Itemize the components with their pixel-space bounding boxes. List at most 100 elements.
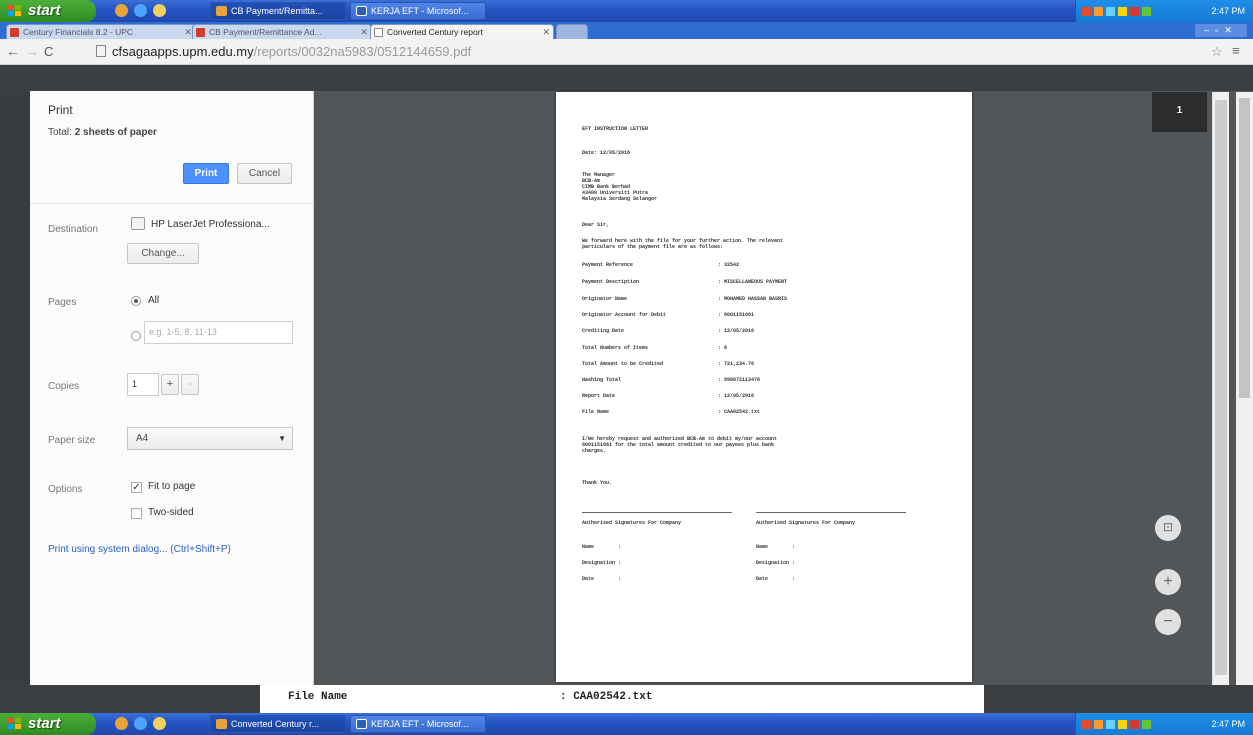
signature-line [756, 512, 906, 513]
tab-cb-payment[interactable]: CB Payment/Remittance Ad... ✕ [192, 24, 372, 39]
bottom-taskbar: start Converted Century r... KERJA EFT -… [0, 713, 1253, 735]
doc-field-value: : MOHAMED HASSAN BASRIS [718, 296, 788, 302]
divider [30, 203, 313, 204]
folder-icon[interactable] [153, 717, 166, 730]
printer-icon [131, 217, 145, 230]
browser-icon[interactable] [115, 4, 128, 17]
word-icon [356, 6, 367, 16]
start-button[interactable]: start [0, 0, 96, 22]
total-prefix: Total: [48, 127, 75, 138]
tab-century-financials[interactable]: Century Financials 8.2 - UPC ✕ [6, 24, 196, 39]
taskbar-button-converted-century[interactable]: Converted Century r... [210, 715, 346, 733]
doc-field-label: File Name [582, 409, 610, 415]
doc-sig-row: Name : [756, 544, 796, 550]
copies-input[interactable]: 1 [127, 373, 159, 396]
doc-field-label: Payment Description [582, 279, 640, 285]
reload-icon[interactable]: C [44, 44, 53, 59]
fit-to-page-checkbox[interactable]: ✓ [131, 482, 142, 493]
browser-icon[interactable] [115, 717, 128, 730]
print-button[interactable]: Print [183, 163, 229, 184]
total-value: 2 sheets of paper [74, 127, 157, 138]
page-scrollbar[interactable] [1236, 92, 1253, 685]
doc-address-line: Malaysia Serdang Selangor [582, 196, 658, 202]
doc-field-value: : 998072113478 [718, 377, 761, 383]
ie-icon[interactable] [134, 717, 147, 730]
tab-label: Century Financials 8.2 - UPC [23, 27, 134, 37]
scrollbar-thumb[interactable] [1239, 98, 1250, 398]
ie-icon[interactable] [134, 4, 147, 17]
doc-field-value: : CAA02542.txt [718, 409, 761, 415]
doc-sig-row: Name : [582, 544, 622, 550]
tray-icon[interactable] [1118, 7, 1127, 17]
doc-field-value: : 32542 [718, 262, 740, 268]
doc-sig-right: Authorised Signatures For Company [756, 520, 856, 526]
paper-size-label: Paper size [48, 435, 96, 446]
tray-icon[interactable] [1130, 7, 1139, 17]
cancel-button[interactable]: Cancel [237, 163, 292, 184]
change-button[interactable]: Change... [127, 243, 199, 264]
doc-field-value: : MISCELLANEOUS PAYMENT [718, 279, 788, 285]
tray-icon[interactable] [1082, 7, 1091, 17]
tray-icon[interactable] [1106, 7, 1115, 17]
window-controls[interactable]: –▫✕ [1195, 24, 1247, 37]
zoom-out-icon[interactable]: − [1155, 609, 1181, 635]
doc-request-line: 8001151661 for the total amount credited… [582, 442, 775, 448]
scrollbar-thumb[interactable] [1215, 100, 1227, 675]
url-field[interactable]: cfsagaapps.upm.edu.my/reports/0032na5983… [96, 42, 1166, 62]
menu-icon[interactable]: ≡ [1232, 43, 1240, 58]
close-icon[interactable]: ✕ [184, 25, 192, 39]
tray-icon[interactable] [1106, 720, 1115, 730]
two-sided-checkbox[interactable] [131, 508, 142, 519]
pages-custom-input[interactable]: e.g. 1-5, 8, 11-13 [144, 321, 293, 344]
tab-converted-century-report[interactable]: Converted Century report ✕ [370, 24, 554, 39]
paper-size-select[interactable]: A4 ▼ [127, 427, 293, 450]
browser-tab-bar: Century Financials 8.2 - UPC ✕ CB Payment… [0, 22, 1253, 39]
doc-request-line: charges. [582, 448, 607, 454]
doc-field-label: Originator Name [582, 296, 628, 302]
taskbar-button-kerja-eft[interactable]: KERJA EFT - Microsof... [350, 715, 486, 733]
tray-icon[interactable] [1130, 720, 1139, 730]
pages-label: Pages [48, 297, 77, 308]
close-icon[interactable]: ✕ [360, 25, 368, 39]
copies-increment-button[interactable]: + [161, 374, 179, 395]
doc-sig-left: Authorised Signatures For Company [582, 520, 682, 526]
tray-icon[interactable] [1094, 720, 1103, 730]
taskbar-button-label: Converted Century r... [231, 719, 320, 729]
fit-page-icon[interactable]: ⊡ [1155, 515, 1181, 541]
start-button[interactable]: start [0, 713, 96, 735]
doc-sig-row: Date : [582, 576, 622, 582]
close-icon[interactable]: ✕ [542, 25, 550, 39]
underlying-page-strip: File Name : CAA02542.txt [0, 685, 1253, 713]
forward-icon[interactable]: → [25, 43, 39, 59]
tray-icon[interactable] [1142, 7, 1151, 17]
taskbar-button-kerja-eft[interactable]: KERJA EFT - Microsof... [350, 2, 486, 20]
taskbar-button-cb-payment[interactable]: CB Payment/Remitta... [210, 2, 346, 20]
doc-field-label: Total Numbers of Items [582, 345, 649, 351]
taskbar-button-label: CB Payment/Remitta... [231, 6, 323, 16]
tray-icon[interactable] [1118, 720, 1127, 730]
chrome-icon [216, 6, 227, 16]
pages-all-radio[interactable] [131, 296, 141, 306]
doc-field-label: Originator Account for Debit [582, 312, 667, 318]
pages-all-label: All [148, 295, 160, 306]
doc-field-value: : 12/05/2016 [718, 328, 755, 334]
pages-custom-radio[interactable] [131, 331, 141, 341]
print-title: Print [48, 103, 73, 117]
url-host: cfsagaapps.upm.edu.my [112, 44, 254, 59]
windows-flag-icon [8, 5, 21, 17]
new-tab-button[interactable] [556, 24, 588, 39]
tray-icon[interactable] [1094, 7, 1103, 17]
tray-icon[interactable] [1142, 720, 1151, 730]
tray-icon[interactable] [1082, 720, 1091, 730]
chevron-down-icon: ▼ [278, 434, 286, 443]
zoom-in-icon[interactable]: + [1155, 569, 1181, 595]
copies-decrement-button[interactable]: - [181, 374, 199, 395]
clock: 2:47 PM [1211, 719, 1245, 729]
preview-scrollbar[interactable] [1212, 92, 1229, 685]
back-icon[interactable]: ← [6, 43, 20, 59]
doc-field-label: Payment Reference [582, 262, 634, 268]
doc-field-label: Total Amount to be Credited [582, 361, 664, 367]
star-icon[interactable]: ☆ [1211, 44, 1223, 60]
system-dialog-link[interactable]: Print using system dialog... (Ctrl+Shift… [48, 544, 231, 555]
folder-icon[interactable] [153, 4, 166, 17]
